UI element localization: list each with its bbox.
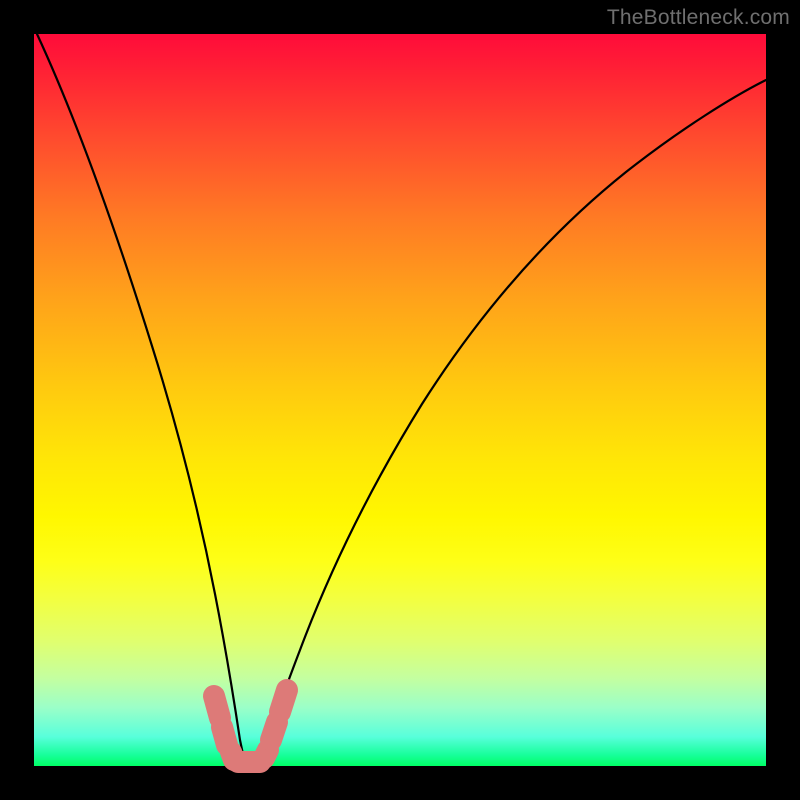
bottleneck-markers [214,690,287,762]
watermark-text: TheBottleneck.com [607,6,790,30]
plot-area [34,34,766,766]
chart-frame: TheBottleneck.com [0,0,800,800]
marker-seg-5 [264,750,268,758]
marker-seg-7 [280,690,287,712]
marker-seg-6 [271,722,277,740]
bottleneck-curve [34,34,766,766]
curve-right-branch [256,80,766,765]
curve-left-branch [37,34,246,765]
marker-seg-1 [214,696,220,718]
